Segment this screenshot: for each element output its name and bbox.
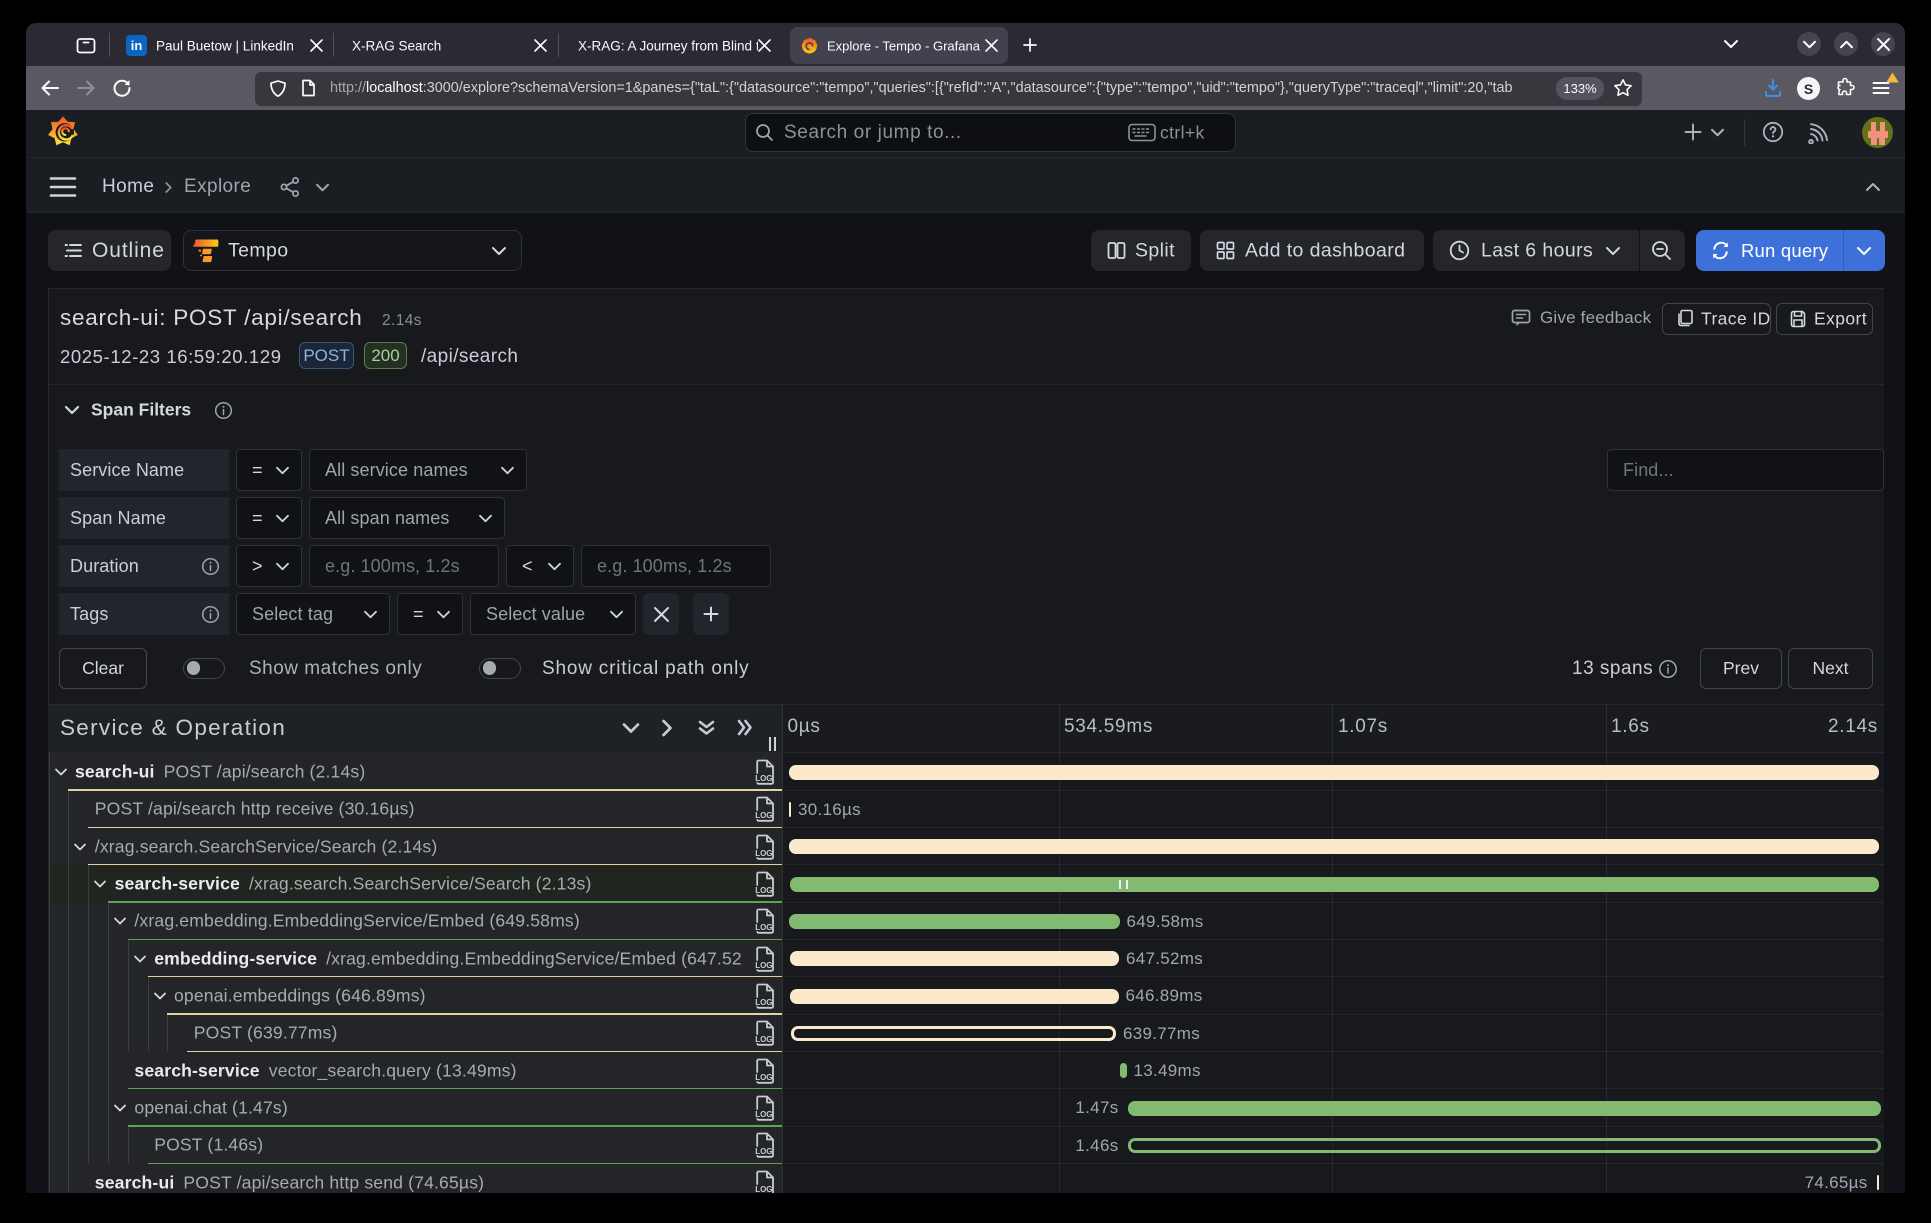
svg-text:LOG: LOG	[755, 1147, 772, 1156]
svg-text:LOG: LOG	[755, 1073, 772, 1082]
svg-text:LOG: LOG	[755, 886, 772, 895]
svg-text:LOG: LOG	[755, 998, 772, 1007]
svg-text:LOG: LOG	[755, 811, 772, 820]
svg-text:LOG: LOG	[755, 1185, 772, 1193]
svg-text:LOG: LOG	[755, 961, 772, 970]
svg-text:LOG: LOG	[755, 923, 772, 932]
svg-text:LOG: LOG	[755, 849, 772, 858]
svg-text:LOG: LOG	[755, 1110, 772, 1119]
svg-text:LOG: LOG	[755, 1035, 772, 1044]
svg-text:LOG: LOG	[755, 774, 772, 783]
